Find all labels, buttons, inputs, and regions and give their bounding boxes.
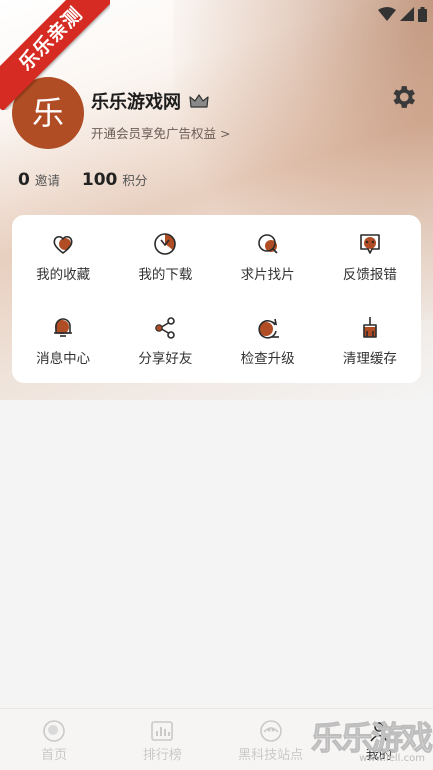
corner-badge: 乐乐亲测 — [0, 0, 110, 110]
stat-points[interactable]: 100 积分 — [82, 170, 148, 190]
broom-icon — [363, 317, 377, 338]
tab-label: 黑科技站点 — [238, 748, 304, 763]
heart-icon — [53, 235, 73, 254]
stat-label: 邀请 — [34, 173, 60, 188]
menu-item-favorites[interactable]: 我的收藏 — [12, 215, 114, 299]
stats-row: 0 邀请 100 积分 — [18, 170, 169, 190]
menu-item-label: 我的收藏 — [36, 267, 91, 283]
tab-tech-sites[interactable]: 黑科技站点 — [217, 709, 325, 770]
menu-item-label: 检查升级 — [240, 351, 295, 367]
menu-item-label: 我的下载 — [138, 267, 193, 283]
crown-icon — [189, 94, 209, 108]
menu-item-downloads[interactable]: 我的下载 — [114, 215, 216, 299]
share-icon — [155, 317, 176, 339]
menu-item-label: 清理缓存 — [342, 351, 397, 367]
menu-item-share[interactable]: 分享好友 — [114, 299, 216, 383]
tab-home[interactable]: 首页 — [0, 709, 108, 770]
feedback-icon — [360, 234, 380, 254]
stat-value: 0 — [18, 170, 30, 190]
menu-item-label: 求片找片 — [240, 267, 295, 283]
status-bar — [378, 4, 427, 24]
tech-site-icon — [259, 720, 282, 742]
function-menu-card: 我的收藏 我的下载 求片找片 反馈报错 消息中心 分享好友 检查升级 清理缓存 — [12, 215, 421, 383]
menu-item-label: 消息中心 — [36, 351, 91, 367]
stat-invites[interactable]: 0 邀请 — [18, 170, 60, 190]
tab-label: 排行榜 — [142, 748, 182, 763]
stat-label: 积分 — [122, 173, 148, 188]
tab-mine[interactable]: 我的 — [325, 709, 433, 770]
search-film-icon — [257, 234, 278, 254]
menu-item-check-update[interactable]: 检查升级 — [217, 299, 319, 383]
menu-item-request-film[interactable]: 求片找片 — [217, 215, 319, 299]
ranking-icon — [151, 721, 174, 741]
stat-value: 100 — [81, 170, 118, 190]
tab-label: 首页 — [41, 748, 68, 763]
download-icon — [154, 233, 177, 255]
bottom-tab-bar: 首页 排行榜 黑科技站点 我的 — [0, 708, 433, 770]
tab-ranking[interactable]: 排行榜 — [108, 709, 216, 770]
home-icon — [43, 720, 65, 742]
menu-item-feedback[interactable]: 反馈报错 — [319, 215, 421, 299]
mine-icon — [370, 722, 388, 742]
vip-promo-link[interactable]: 开通会员享免广告权益 > — [91, 123, 230, 142]
signal-icon — [400, 7, 414, 21]
tab-label: 我的 — [365, 748, 392, 763]
upgrade-icon — [258, 318, 279, 339]
wifi-icon — [378, 7, 396, 21]
menu-item-label: 分享好友 — [138, 351, 193, 367]
battery-icon — [418, 6, 427, 22]
menu-item-label: 反馈报错 — [342, 267, 397, 283]
gear-icon[interactable] — [388, 82, 418, 112]
bell-icon — [54, 318, 73, 337]
corner-badge-text: 乐乐亲测 — [0, 0, 110, 110]
menu-item-clear-cache[interactable]: 清理缓存 — [319, 299, 421, 383]
menu-item-messages[interactable]: 消息中心 — [12, 299, 114, 383]
